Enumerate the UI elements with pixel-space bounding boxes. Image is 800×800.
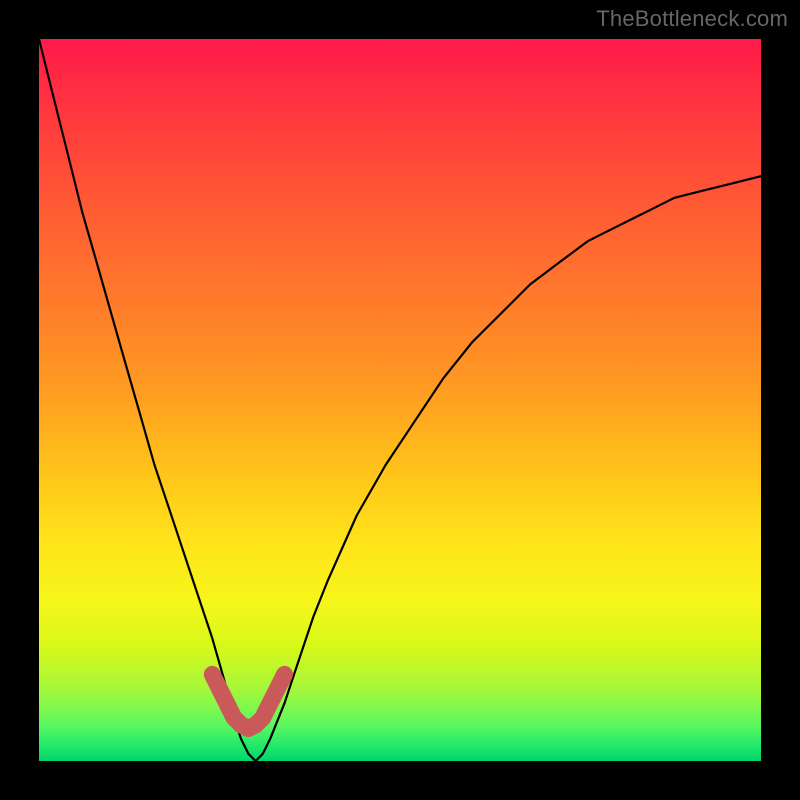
chart-frame: TheBottleneck.com: [0, 0, 800, 800]
highlight-curve: [212, 674, 284, 728]
watermark-text: TheBottleneck.com: [596, 6, 788, 32]
main-curve: [39, 39, 761, 761]
plot-area: [39, 39, 761, 761]
curve-layer: [39, 39, 761, 761]
